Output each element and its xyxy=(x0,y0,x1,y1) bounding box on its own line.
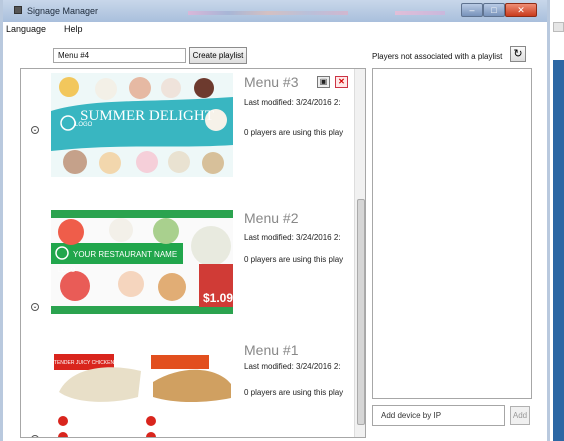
playlist-last-modified: Last modified: 3/24/2016 2: xyxy=(244,98,341,107)
menu1-thumbnail: TENDER JUICY CHICKEN xyxy=(51,349,233,437)
unassigned-players-list[interactable] xyxy=(372,68,532,399)
menu2-thumbnail: YOUR RESTAURANT NAME LOGO $1.09 xyxy=(51,210,233,314)
unassigned-players-title: Players not associated with a playlist xyxy=(372,52,503,61)
chevron-down-icon[interactable]: ⌄ xyxy=(31,126,39,134)
menu2-headline: YOUR RESTAURANT NAME xyxy=(73,250,177,259)
playlist-name: Menu #1 xyxy=(244,342,299,358)
background-application-edge xyxy=(553,60,564,441)
playlist-tile[interactable]: ⌄ TENDER JUICY CHICKEN Menu #1 xyxy=(21,338,352,437)
playlist-player-count: 0 players are using this play xyxy=(244,388,344,397)
menu-language[interactable]: Language xyxy=(6,24,46,34)
playlist-scrollbar[interactable] xyxy=(354,69,365,437)
playlist-name: Menu #2 xyxy=(244,210,299,226)
menu3-thumbnail: SUMMER DELIGHT LOGO xyxy=(51,73,233,177)
blurred-background-strip xyxy=(188,11,348,15)
chevron-down-icon[interactable]: ⌄ xyxy=(31,435,39,437)
menu2-thumbnail-art: YOUR RESTAURANT NAME LOGO $1.09 xyxy=(51,210,233,314)
chevron-down-icon[interactable]: ⌄ xyxy=(31,303,39,311)
minimize-button[interactable]: – xyxy=(461,3,483,17)
menu2-logo: LOGO xyxy=(58,268,76,274)
delete-icon[interactable]: ✕ xyxy=(335,76,348,88)
playlist-scrollbar-thumb[interactable] xyxy=(357,199,365,425)
playlist-tile[interactable]: ⌄ YOUR RESTAURANT NAME LOGO $1.09 Menu #… xyxy=(21,204,352,314)
signage-manager-window: Signage Manager – □ ✕ Language Help Menu… xyxy=(0,0,550,441)
blurred-background-strip xyxy=(395,11,445,15)
menu3-thumbnail-art: SUMMER DELIGHT LOGO xyxy=(51,73,233,177)
playlist-name: Menu #3 xyxy=(244,74,299,90)
add-device-button[interactable]: Add xyxy=(510,406,530,425)
maximize-button[interactable]: □ xyxy=(483,3,505,17)
playlist-name-input[interactable]: Menu #4 xyxy=(53,48,186,63)
menu1-thumbnail-art: TENDER JUICY CHICKEN xyxy=(51,349,233,437)
refresh-icon[interactable]: ↻ xyxy=(510,46,526,62)
playlist-last-modified: Last modified: 3/24/2016 2: xyxy=(244,362,341,371)
menu2-price: $1.09 xyxy=(203,291,233,305)
menu3-logo: LOGO xyxy=(75,122,93,128)
menu-bar: Language Help xyxy=(3,22,547,37)
menu-help[interactable]: Help xyxy=(64,24,83,34)
playlist-tile[interactable]: ⌄ SUMMER DELIGHT LOGO Menu #3 ▣ ✕ Last m… xyxy=(21,71,352,181)
playlist-player-count: 0 players are using this play xyxy=(244,128,344,137)
main-content: Menu #4 Create playlist ⌄ SUMMER DELIGHT… xyxy=(3,37,547,441)
menu3-headline: SUMMER DELIGHT xyxy=(80,108,214,124)
add-device-input[interactable]: Add device by IP xyxy=(372,405,505,426)
menu1-headline: TENDER JUICY CHICKEN xyxy=(54,360,115,366)
app-icon xyxy=(14,6,22,14)
copy-icon[interactable]: ▣ xyxy=(317,76,330,88)
playlist-last-modified: Last modified: 3/24/2016 2: xyxy=(244,233,341,242)
close-button[interactable]: ✕ xyxy=(505,3,537,17)
create-playlist-button[interactable]: Create playlist xyxy=(189,47,247,64)
title-bar[interactable]: Signage Manager – □ ✕ xyxy=(3,0,547,22)
window-title: Signage Manager xyxy=(27,6,99,16)
playlists-panel[interactable]: ⌄ SUMMER DELIGHT LOGO Menu #3 ▣ ✕ Last m… xyxy=(20,68,366,438)
background-window-control[interactable] xyxy=(553,22,564,32)
playlist-player-count: 0 players are using this play xyxy=(244,255,344,264)
